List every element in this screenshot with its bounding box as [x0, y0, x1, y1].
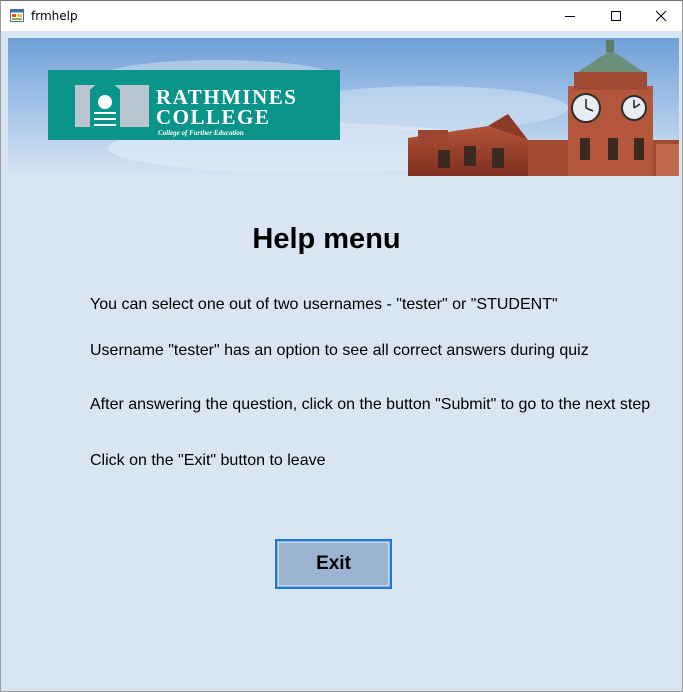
form-icon	[10, 9, 24, 22]
college-banner: RATHMINES COLLEGE College of Further Edu…	[8, 38, 679, 176]
help-line-submit: After answering the question, click on t…	[90, 396, 651, 413]
logo-college-text: COLLEGE	[156, 105, 270, 129]
help-line-exit: Click on the "Exit" button to leave	[90, 452, 326, 469]
page-title: Help menu	[252, 223, 401, 255]
exit-button-label: Exit	[316, 553, 351, 574]
minimize-icon	[565, 16, 575, 17]
logo-tagline: College of Further Education	[158, 129, 244, 137]
close-icon	[655, 10, 667, 22]
banner-image: RATHMINES COLLEGE College of Further Edu…	[8, 38, 679, 176]
rathmines-college-logo: RATHMINES COLLEGE College of Further Edu…	[48, 70, 340, 140]
help-line-usernames: You can select one out of two usernames …	[90, 296, 558, 313]
title-bar[interactable]: frmhelp	[1, 1, 682, 31]
close-button[interactable]	[638, 1, 683, 31]
minimize-button[interactable]	[547, 1, 593, 31]
maximize-icon	[611, 11, 621, 21]
maximize-button[interactable]	[593, 1, 639, 31]
client-area: RATHMINES COLLEGE College of Further Edu…	[1, 31, 682, 691]
help-line-tester: Username "tester" has an option to see a…	[90, 342, 589, 359]
help-window: frmhelp RATHMINES COLLEGE College of Fur…	[0, 0, 683, 692]
exit-button[interactable]: Exit	[275, 539, 392, 589]
window-title: frmhelp	[31, 9, 78, 23]
